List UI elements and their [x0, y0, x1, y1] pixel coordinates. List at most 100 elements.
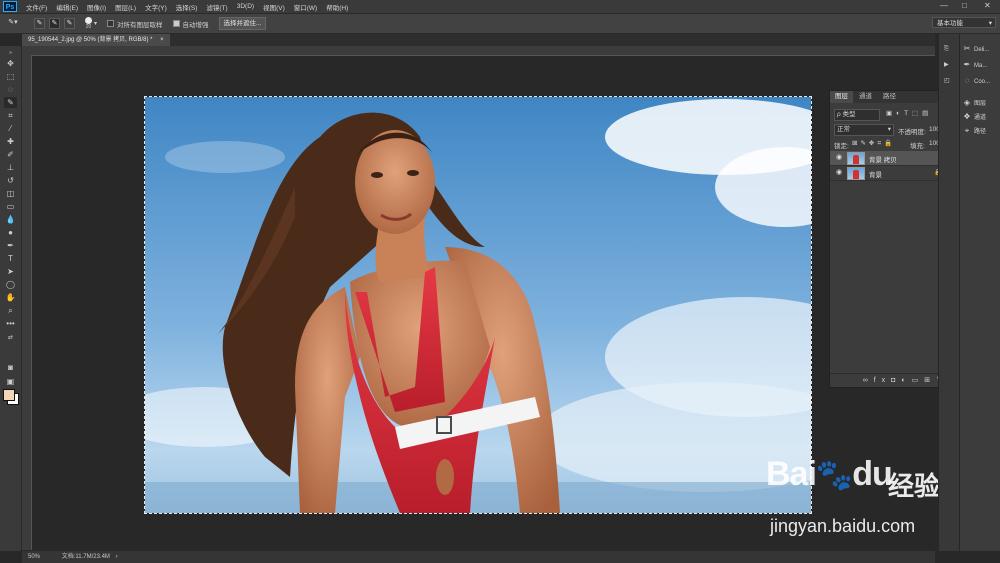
new-layer-icon[interactable]: ⊞	[924, 377, 936, 384]
dodge-tool-icon[interactable]: ●	[4, 227, 17, 238]
menu-layer[interactable]: 图层(L)	[115, 2, 136, 12]
menu-3d[interactable]: 3D(D)	[237, 3, 254, 10]
brush-size-picker[interactable]: 20	[85, 17, 92, 30]
chevron-down-icon: ▾	[988, 20, 992, 27]
add-mask-icon[interactable]: ◘	[891, 377, 901, 384]
move-tool-icon[interactable]: ✥	[4, 58, 17, 69]
layer-filter-dropdown[interactable]: ρ 类型	[834, 109, 880, 121]
panel-dock-icons: ⎘ ▶ ◰	[938, 34, 959, 551]
healing-brush-tool-icon[interactable]: ✚	[4, 136, 17, 147]
history-panel-icon[interactable]: ⎘	[944, 42, 949, 56]
adjustments-panel-icon[interactable]: ◰	[944, 74, 950, 88]
document-canvas[interactable]	[144, 96, 812, 514]
minimize-button[interactable]: —	[940, 1, 948, 10]
auto-enhance-checkbox[interactable]	[172, 20, 180, 27]
adjustment-layer-icon[interactable]: ◐	[901, 377, 911, 384]
menu-view[interactable]: 视图(V)	[263, 2, 285, 12]
menu-type[interactable]: 文字(Y)	[145, 2, 167, 12]
brush-dropdown-icon[interactable]: ▾	[94, 20, 97, 27]
menu-file[interactable]: 文件(F)	[26, 2, 47, 12]
type-tool-icon[interactable]: T	[4, 253, 17, 264]
layer-row[interactable]: ◉ 背景 🔒	[830, 166, 950, 181]
quick-selection-preset-icon[interactable]: ✎▾	[4, 18, 22, 29]
cookie-icon: ◌	[964, 76, 970, 85]
right-tool-cookie[interactable]: ◌ Coo...	[962, 74, 990, 88]
lasso-tool-icon[interactable]: ◌	[4, 84, 17, 95]
tab-layers[interactable]: 图层	[830, 91, 853, 103]
menu-window[interactable]: 窗口(W)	[294, 2, 317, 12]
auto-enhance-option[interactable]: 自动增强	[172, 19, 209, 29]
history-brush-tool-icon[interactable]: ↺	[4, 175, 17, 186]
sample-all-layers-checkbox[interactable]	[107, 20, 115, 27]
eyedropper-tool-icon[interactable]: ⁄	[4, 123, 17, 134]
dock-item-layers[interactable]: ◈ 图层	[962, 96, 986, 110]
dock-item-channels[interactable]: ❖ 通道	[962, 110, 986, 124]
sample-all-layers-option[interactable]: 对所有图层取样	[107, 19, 163, 29]
pen-tool-icon[interactable]: ✒	[4, 240, 17, 251]
subtract-selection-brush-icon[interactable]: ✎	[64, 18, 75, 29]
add-selection-brush-icon[interactable]: ✎	[49, 18, 60, 29]
layer-thumbnail	[847, 167, 865, 180]
pen-icon: ✒	[963, 60, 971, 69]
eye-icon[interactable]: ◉	[836, 169, 844, 176]
zoom-level[interactable]: 50%	[28, 554, 40, 560]
menu-filter[interactable]: 滤镜(T)	[206, 2, 227, 12]
status-menu-icon[interactable]: ›	[116, 554, 118, 560]
right-tool-mask[interactable]: ✒ Ma...	[962, 58, 988, 72]
select-and-mask-button[interactable]: 选择并遮住...	[218, 17, 267, 30]
eraser-tool-icon[interactable]: ◫	[4, 188, 17, 199]
menu-help[interactable]: 帮助(H)	[326, 2, 348, 12]
screen-mode-icon[interactable]: ▣	[4, 376, 17, 387]
menu-image[interactable]: 图像(I)	[87, 2, 106, 12]
layer-style-icon[interactable]: fx	[874, 377, 891, 384]
hand-tool-icon[interactable]: ✋	[4, 292, 17, 303]
photoshop-logo: Ps	[3, 1, 17, 12]
marquee-tool-icon[interactable]: ⬚	[4, 71, 17, 82]
new-group-icon[interactable]: ▭	[912, 377, 925, 384]
new-selection-brush-icon[interactable]: ✎	[34, 18, 45, 29]
foreground-color-swatch[interactable]	[3, 389, 15, 401]
crop-tool-icon[interactable]: ⌗	[4, 110, 17, 121]
ellipse-tool-icon[interactable]: ◯	[4, 279, 17, 290]
menu-bar: Ps 文件(F) 编辑(E) 图像(I) 图层(L) 文字(Y) 选择(S) 滤…	[0, 0, 1000, 14]
chevron-down-icon: ▾	[887, 126, 891, 133]
photo-image	[145, 97, 811, 513]
clone-stamp-tool-icon[interactable]: ⊥	[4, 162, 17, 173]
gradient-tool-icon[interactable]: ▭	[4, 201, 17, 212]
baidu-watermark-url: jingyan.baidu.com	[770, 516, 916, 536]
path-selection-tool-icon[interactable]: ➤	[4, 266, 17, 277]
more-tools-icon[interactable]: •••	[4, 318, 17, 329]
maximize-button[interactable]: □	[962, 1, 967, 10]
layer-name: 背景	[869, 172, 882, 179]
layer-row[interactable]: ◉ 背景 拷贝	[830, 151, 950, 166]
document-size[interactable]: 文档:11.7M/23.4M	[62, 554, 110, 560]
menu-edit[interactable]: 编辑(E)	[56, 2, 78, 12]
right-tool-delete[interactable]: ✂ Deli...	[962, 42, 990, 56]
dock-item-paths[interactable]: ⌖ 路径	[962, 124, 986, 138]
tools-panel: » ✥ ⬚ ◌ ✎ ⌗ ⁄ ✚ ✐ ⊥ ↺ ◫ ▭ 💧 ● ✒ T ➤ ◯ ✋ …	[0, 46, 22, 551]
tab-channels[interactable]: 通道	[854, 91, 877, 103]
close-tab-icon[interactable]: ×	[160, 37, 164, 43]
workspace-dropdown[interactable]: 基本功能 ▾	[932, 17, 996, 28]
opacity-label: 不透明度:	[898, 129, 926, 136]
properties-panel-icon[interactable]: ▶	[944, 58, 949, 72]
close-button[interactable]: ✕	[984, 1, 991, 10]
lock-icons[interactable]: ⊠✎✥⌗🔒	[852, 139, 895, 148]
brush-size-value: 20	[85, 24, 92, 30]
layer-filter-icons[interactable]: ▣◐T⬚▤	[886, 109, 932, 117]
eye-icon[interactable]: ◉	[836, 154, 844, 161]
quick-mask-icon[interactable]: ◙	[4, 362, 17, 373]
zoom-tool-icon[interactable]: ⌕	[4, 305, 17, 316]
tab-paths[interactable]: 路径	[878, 91, 901, 103]
quick-selection-tool-icon[interactable]: ✎	[4, 97, 17, 108]
link-layers-icon[interactable]: ∞	[863, 377, 874, 384]
brush-tool-icon[interactable]: ✐	[4, 149, 17, 160]
blend-mode-dropdown[interactable]: 正常 ▾	[834, 124, 894, 136]
document-tab[interactable]: 95_190544_2.jpg @ 50% (背景 拷贝, RGB/8) * ×	[22, 34, 170, 46]
vertical-ruler[interactable]	[22, 55, 32, 550]
layer-name: 背景 拷贝	[869, 157, 897, 164]
swap-colors-icon[interactable]: ⇄	[4, 333, 17, 344]
blur-tool-icon[interactable]: 💧	[4, 214, 17, 225]
menu-select[interactable]: 选择(S)	[176, 2, 198, 12]
horizontal-ruler[interactable]	[22, 46, 935, 56]
